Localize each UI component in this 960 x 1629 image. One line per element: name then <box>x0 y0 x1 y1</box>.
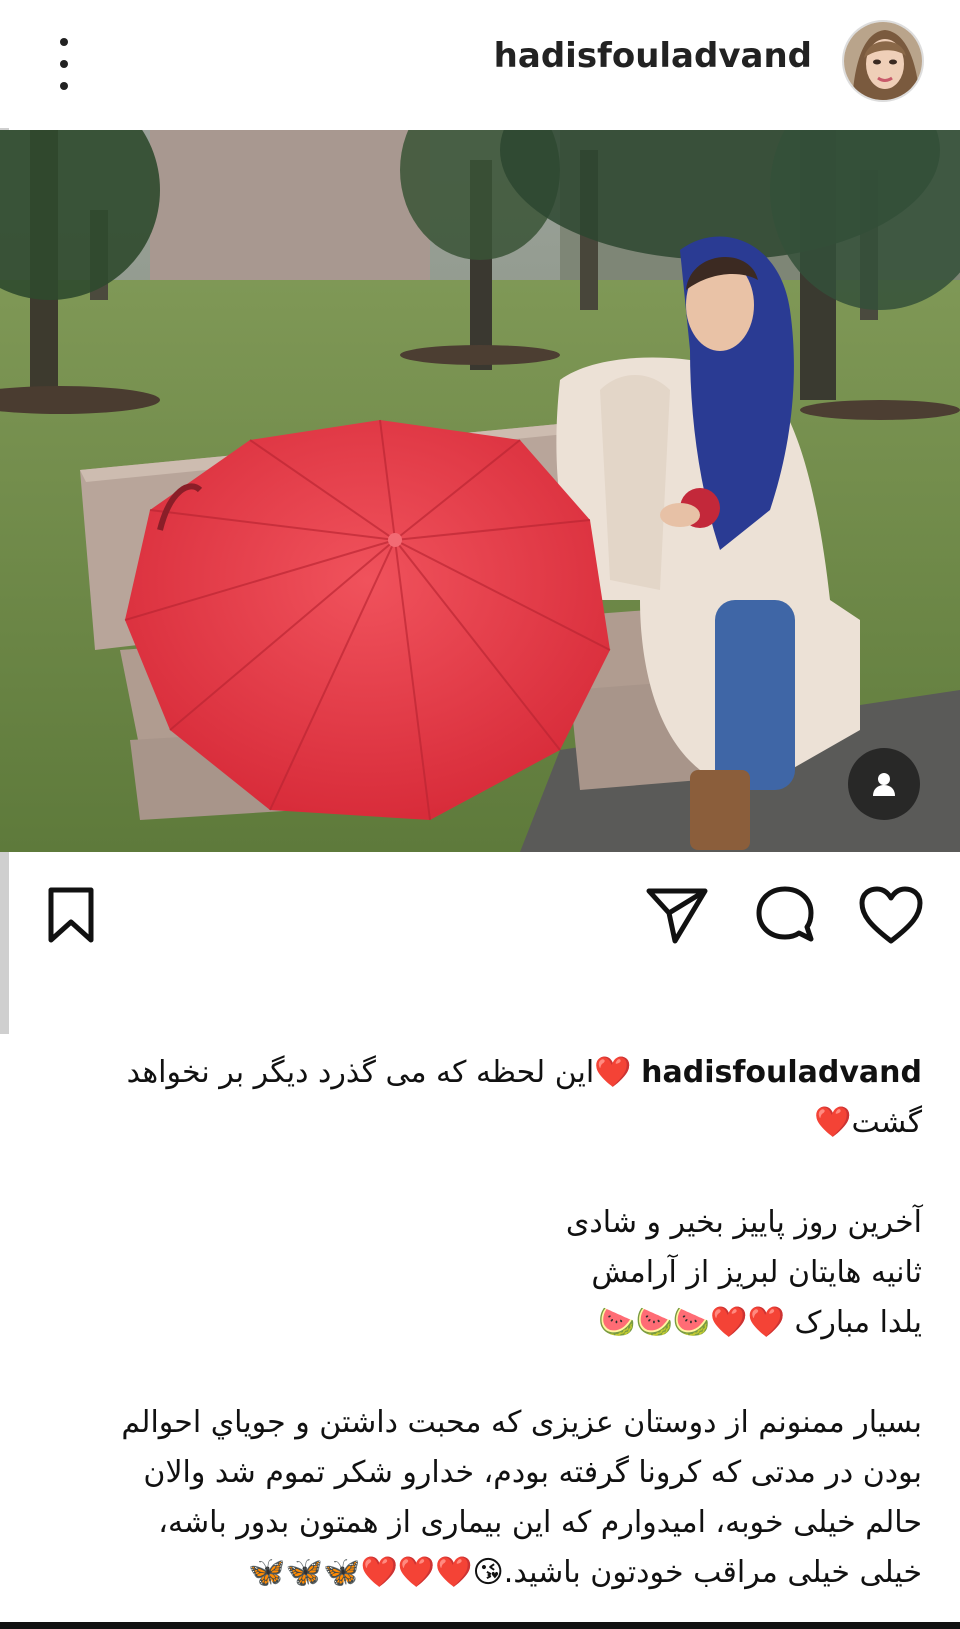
post-action-bar <box>0 852 960 1032</box>
caption-line: خیلی خیلی مراقب خودتون باشید.😘❤️❤️❤️🦋🦋🦋 <box>248 1555 922 1590</box>
caption-line: گشت❤️ <box>814 1105 922 1140</box>
caption-line: hadisfouladvand ❤️این لحظه که می گذرد دی… <box>40 1048 922 1098</box>
caption-line: بسیار ممنونم از دوستان عزیزی که محبت داش… <box>121 1405 922 1440</box>
caption-line: یلدا مبارک ❤️❤️🍉🍉🍉 <box>598 1305 922 1340</box>
comment-icon[interactable] <box>750 880 820 950</box>
post-author-username[interactable]: hadisfouladvand <box>494 36 812 76</box>
send-icon[interactable] <box>642 880 712 950</box>
caption-line: ثانیه هایتان لبریز از آرامش <box>591 1255 922 1290</box>
caption-text: ❤️این لحظه که می گذرد دیگر بر نخواهد <box>126 1055 632 1090</box>
post-photo[interactable] <box>0 130 960 852</box>
user-tag-icon[interactable] <box>848 748 920 820</box>
caption-line: حالم خیلی خوبه، امیدوارم که این بیماری ا… <box>158 1505 922 1540</box>
post-header: hadisfouladvand <box>0 0 960 128</box>
more-options-icon[interactable] <box>48 38 80 90</box>
caption-line: بودن در مدتی که کرونا گرفته بودم، خدارو … <box>143 1455 922 1490</box>
post-caption: hadisfouladvand ❤️این لحظه که می گذرد دی… <box>40 1048 922 1598</box>
avatar[interactable] <box>842 20 924 102</box>
bottom-divider <box>0 1622 960 1629</box>
bookmark-icon[interactable] <box>36 880 106 950</box>
caption-username[interactable]: hadisfouladvand <box>641 1055 922 1090</box>
caption-line: آخرین روز پاییز بخیر و شادی <box>565 1205 922 1240</box>
heart-icon[interactable] <box>856 880 926 950</box>
